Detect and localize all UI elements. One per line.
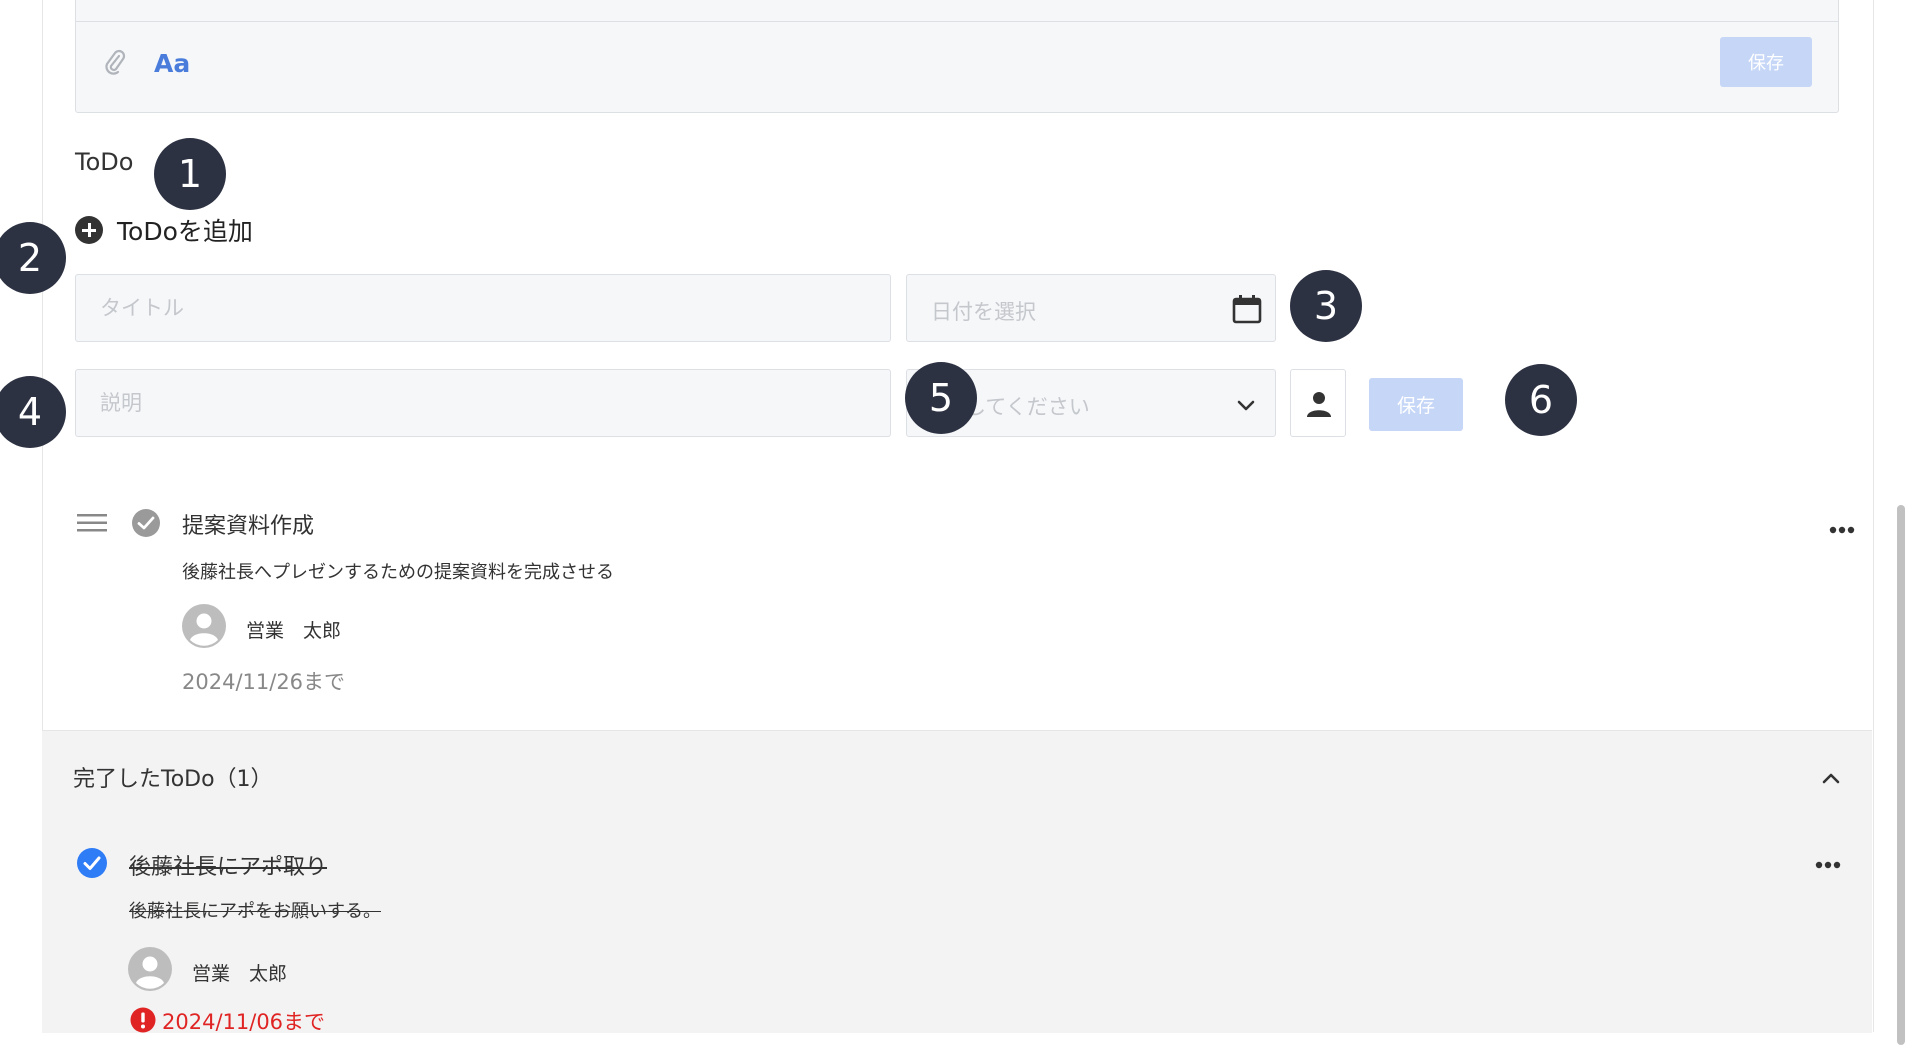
completed-todo-description: 後藤社長にアポをお願いする。 — [129, 901, 381, 922]
completed-todo-assignee: 営業 太郎 — [192, 963, 288, 985]
chevron-down-icon — [1237, 400, 1255, 411]
comment-editor: Aa 保存 — [75, 0, 1839, 113]
callout-badge-5: 5 — [905, 362, 977, 434]
todo-title-input[interactable] — [75, 274, 891, 342]
calendar-icon[interactable] — [1231, 293, 1263, 325]
text-format-button[interactable]: Aa — [154, 49, 190, 78]
callout-badge-6: 6 — [1505, 364, 1577, 436]
scrollbar-thumb[interactable] — [1897, 505, 1905, 1045]
todo-save-button[interactable]: 保存 — [1369, 378, 1463, 431]
drag-handle-icon[interactable] — [77, 512, 107, 534]
checked-circle-icon[interactable] — [76, 847, 108, 879]
assignee-select-value: してください — [965, 395, 1090, 419]
todo-due-date: 2024/11/26まで — [182, 670, 346, 694]
editor-save-button[interactable]: 保存 — [1720, 37, 1812, 87]
add-todo-label: ToDoを追加 — [117, 217, 253, 246]
completed-todo-header[interactable]: 完了したToDo（1） — [73, 761, 273, 793]
add-todo-button[interactable]: ToDoを追加 — [75, 212, 253, 248]
todo-description: 後藤社長へプレゼンするための提案資料を完成させる — [182, 562, 614, 583]
more-icon[interactable] — [1815, 861, 1841, 869]
plus-circle-icon — [75, 216, 103, 244]
editor-divider — [76, 21, 1838, 22]
paperclip-icon[interactable] — [104, 49, 126, 77]
completed-todo-section: 完了したToDo（1） 後藤社長にアポ取り 後藤社長にアポをお願いする。 営業 … — [42, 730, 1872, 1034]
date-picker[interactable]: 日付を選択 — [906, 274, 1276, 342]
todo-description-input[interactable] — [75, 369, 891, 437]
avatar-icon — [128, 947, 172, 991]
date-placeholder: 日付を選択 — [931, 300, 1036, 324]
error-icon — [130, 1007, 156, 1033]
check-circle-icon[interactable] — [131, 508, 161, 538]
callout-badge-1: 1 — [154, 138, 226, 210]
more-icon[interactable] — [1829, 526, 1855, 534]
todo-title[interactable]: 提案資料作成 — [182, 508, 314, 540]
completed-todo-title[interactable]: 後藤社長にアポ取り — [129, 849, 327, 881]
todo-section-title: ToDo — [75, 148, 134, 176]
avatar-icon — [182, 604, 226, 648]
chevron-up-icon[interactable] — [1820, 767, 1842, 789]
assign-person-button[interactable] — [1290, 369, 1346, 437]
callout-badge-3: 3 — [1290, 270, 1362, 342]
todo-item[interactable]: 提案資料作成 後藤社長へプレゼンするための提案資料を完成させる 営業 太郎 20… — [75, 500, 1855, 700]
person-icon — [1307, 392, 1331, 417]
todo-assignee: 営業 太郎 — [246, 620, 342, 642]
